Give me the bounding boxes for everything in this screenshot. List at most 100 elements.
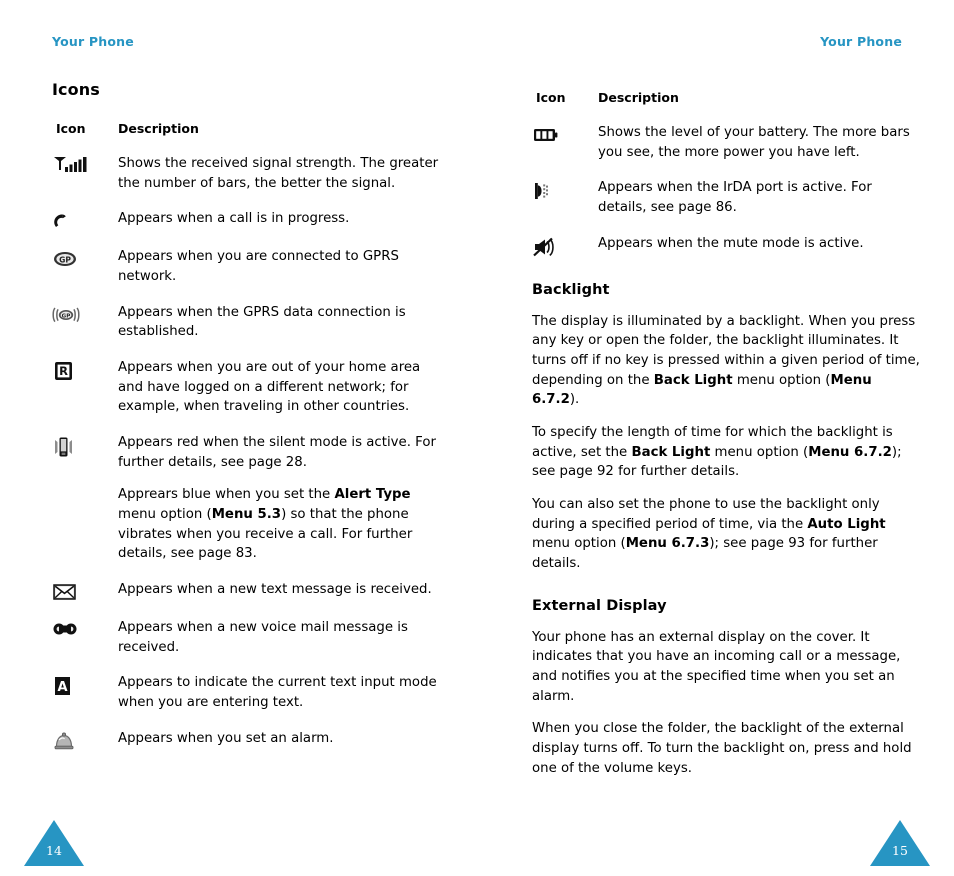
external-display-section: External Display Your phone has an exter… [532, 598, 922, 779]
table-row: R Appears when you are out of your home … [52, 358, 442, 433]
page-number: 15 [892, 843, 908, 858]
new-text-message-icon [53, 584, 76, 600]
running-head-right: Your Phone [820, 34, 902, 49]
description-text: Appears red when the silent mode is acti… [118, 435, 436, 470]
emphasis-text: Menu 6.7.2 [808, 444, 892, 460]
table-row: Appears red when the silent mode is acti… [52, 433, 442, 580]
emphasis-text: Alert Type [334, 487, 411, 503]
alarm-icon [54, 732, 74, 750]
description-cell: Appears when the IrDA port is active. Fo… [598, 178, 922, 233]
silent-vibrate-icon [55, 437, 72, 457]
backlight-section: Backlight The display is illuminated by … [532, 282, 922, 574]
description-text: Appears when a new voice mail message is… [118, 620, 408, 655]
svg-text:GP: GP [62, 313, 71, 319]
page-number: 14 [46, 843, 62, 858]
description-text: Appears when the mute mode is active. [598, 235, 864, 251]
roaming-icon: R [55, 362, 72, 381]
backlight-paragraph-1: The display is illuminated by a backligh… [532, 313, 920, 408]
table-row: Appears when a new voice mail message is… [52, 618, 442, 673]
emphasis-text: Back Light [653, 372, 733, 388]
page-number-badge-right: 15 [870, 820, 930, 866]
emphasis-text: Menu 5.3 [211, 507, 282, 523]
icon-cell [532, 178, 598, 233]
mute-mode-icon [533, 237, 554, 256]
icons-table-right: Icon Description Shows the level of your… [532, 90, 922, 274]
description-cell: Appears to indicate the current text inp… [118, 673, 442, 728]
backlight-paragraph-3: You can also set the phone to use the ba… [532, 497, 886, 572]
description-cell: Appears when a call is in progress. [118, 209, 442, 247]
description-cell: Shows the received signal strength. The … [118, 154, 442, 209]
icon-cell [52, 618, 118, 673]
description-text: Appears when the IrDA port is active. Fo… [598, 180, 872, 216]
table-row: Shows the level of your battery. The mor… [532, 123, 922, 178]
external-display-paragraph-2: When you close the folder, the backlight… [532, 721, 912, 776]
table-row: Appears when the IrDA port is active. Fo… [532, 178, 922, 233]
description-text: Appears when a new text message is recei… [118, 582, 432, 598]
table-row: GP Appears when the GPRS data connection… [52, 303, 442, 358]
table-header-row: Icon Description [532, 90, 922, 123]
emphasis-text: Menu 6.7.3 [625, 536, 710, 552]
svg-text:A: A [57, 680, 67, 695]
page-title-icons: Icons [52, 80, 100, 99]
icon-cell [532, 234, 598, 274]
description-cell: Appears when you set an alarm. [118, 729, 442, 769]
description-text: Appears when the GPRS data connection is… [118, 304, 406, 340]
description-cell: Appears red when the silent mode is acti… [118, 433, 442, 580]
description-cell: Shows the level of your battery. The mor… [598, 123, 922, 178]
column-header-description: Description [598, 90, 679, 105]
left-page-column: Icons Icon Description Shows the receive… [52, 80, 442, 769]
icon-cell [52, 209, 118, 247]
description-text: Appears to indicate the current text inp… [118, 675, 437, 711]
external-display-paragraph-1: Your phone has an external display on th… [532, 629, 901, 704]
icon-cell [52, 729, 118, 769]
gprs-data-connection-icon: GP [52, 307, 80, 322]
description-text: Appears when you are connected to GPRS n… [118, 249, 399, 285]
gprs-network-icon: GP [54, 252, 76, 267]
text-input-mode-icon: A [55, 677, 70, 696]
icons-table-left: Icon Description Shows the received sign… [52, 121, 442, 769]
svg-text:GP: GP [59, 256, 71, 265]
table-header-row: Icon Description [52, 121, 442, 154]
backlight-heading: Backlight [532, 281, 610, 298]
icon-cell: GP [52, 303, 118, 358]
call-in-progress-icon [54, 214, 66, 228]
icon-cell [52, 154, 118, 209]
new-voice-mail-icon [53, 623, 77, 635]
icon-cell [52, 433, 118, 580]
emphasis-text: Back Light [631, 444, 711, 460]
description-text: Appears when you set an alarm. [118, 730, 334, 746]
description-cell: Appears when a new text message is recei… [118, 580, 442, 618]
table-row: Shows the received signal strength. The … [52, 154, 442, 209]
description-cell: Appears when the GPRS data connection is… [118, 303, 442, 358]
description-cell: Appears when you are connected to GPRS n… [118, 247, 442, 302]
right-page-column: Icon Description Shows the level of your… [532, 80, 922, 800]
external-display-heading: External Display [532, 597, 667, 614]
signal-strength-icon [54, 157, 87, 172]
description-text: Appears when you are out of your home ar… [118, 360, 421, 415]
table-row: Appears when a call is in progress. [52, 209, 442, 247]
description-text-rich: Apprears blue when you set the Alert Typ… [118, 487, 413, 562]
table-row: GP Appears when you are connected to GPR… [52, 247, 442, 302]
icon-cell: A [52, 673, 118, 728]
description-cell: Appears when the mute mode is active. [598, 234, 922, 274]
emphasis-text: Auto Light [807, 516, 886, 532]
table-row: Appears when the mute mode is active. [532, 234, 922, 274]
column-header-description: Description [118, 121, 199, 136]
running-head-left: Your Phone [52, 34, 134, 49]
table-row: Appears when a new text message is recei… [52, 580, 442, 618]
description-text: Appears when a call is in progress. [118, 211, 350, 227]
icon-cell [52, 580, 118, 618]
column-header-icon: Icon [56, 121, 86, 136]
irda-port-icon [535, 183, 548, 200]
page-number-badge-left: 14 [24, 820, 84, 866]
svg-text:R: R [59, 364, 68, 378]
table-row: A Appears to indicate the current text i… [52, 673, 442, 728]
icon-cell [532, 123, 598, 178]
column-header-icon: Icon [536, 90, 566, 105]
battery-level-icon [534, 129, 558, 141]
backlight-paragraph-2: To specify the length of time for which … [532, 425, 902, 480]
description-cell: Appears when a new voice mail message is… [118, 618, 442, 673]
description-cell: Appears when you are out of your home ar… [118, 358, 442, 433]
description-text: Shows the level of your battery. The mor… [598, 125, 910, 160]
table-row: Appears when you set an alarm. [52, 729, 442, 769]
